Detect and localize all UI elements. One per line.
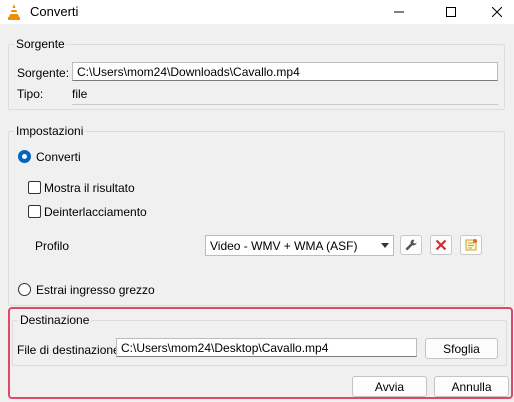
delete-profile-button[interactable] (430, 235, 452, 255)
source-group-title: Sorgente (14, 37, 67, 51)
close-button[interactable] (474, 0, 514, 24)
browse-button[interactable]: Sfoglia (425, 338, 498, 359)
type-divider (72, 104, 498, 105)
profile-label: Profilo (35, 239, 70, 253)
minimize-icon (394, 11, 404, 13)
type-label: Tipo: (17, 87, 44, 101)
start-button[interactable]: Avvia (352, 376, 427, 397)
maximize-button[interactable] (428, 0, 474, 24)
profile-select-value: Video - WMV + WMA (ASF) (210, 239, 358, 253)
minimize-button[interactable] (376, 0, 422, 24)
destination-file-field[interactable]: C:\Users\mom24\Desktop\Cavallo.mp4 (116, 338, 417, 357)
show-output-checkbox[interactable] (28, 181, 41, 194)
new-profile-icon (465, 239, 477, 251)
window-title: Converti (30, 4, 79, 19)
edit-profile-button[interactable] (400, 235, 422, 255)
settings-group-title: Impostazioni (14, 124, 86, 138)
maximize-icon (446, 7, 456, 17)
destination-group-title: Destinazione (18, 313, 92, 327)
type-value: file (72, 87, 88, 101)
cancel-button[interactable]: Annulla (434, 376, 509, 397)
new-profile-button[interactable] (460, 235, 482, 255)
convert-radio[interactable] (18, 150, 31, 163)
convert-label: Converti (36, 150, 81, 164)
chevron-down-icon (381, 243, 389, 248)
red-x-icon (435, 239, 447, 251)
source-path-field[interactable]: C:\Users\mom24\Downloads\Cavallo.mp4 (72, 62, 498, 81)
close-icon (492, 7, 502, 17)
deinterlace-checkbox[interactable] (28, 205, 41, 218)
raw-input-radio[interactable] (18, 283, 31, 296)
source-label: Sorgente: (17, 66, 70, 80)
vlc-cone-icon (8, 4, 20, 20)
profile-select[interactable]: Video - WMV + WMA (ASF) (205, 235, 394, 256)
destination-file-label: File di destinazione: (17, 343, 124, 357)
deinterlace-label: Deinterlacciamento (44, 205, 147, 219)
title-bar: Converti (0, 0, 514, 24)
wrench-icon (405, 239, 417, 251)
show-output-label: Mostra il risultato (44, 181, 135, 195)
raw-input-label: Estrai ingresso grezzo (36, 283, 155, 297)
